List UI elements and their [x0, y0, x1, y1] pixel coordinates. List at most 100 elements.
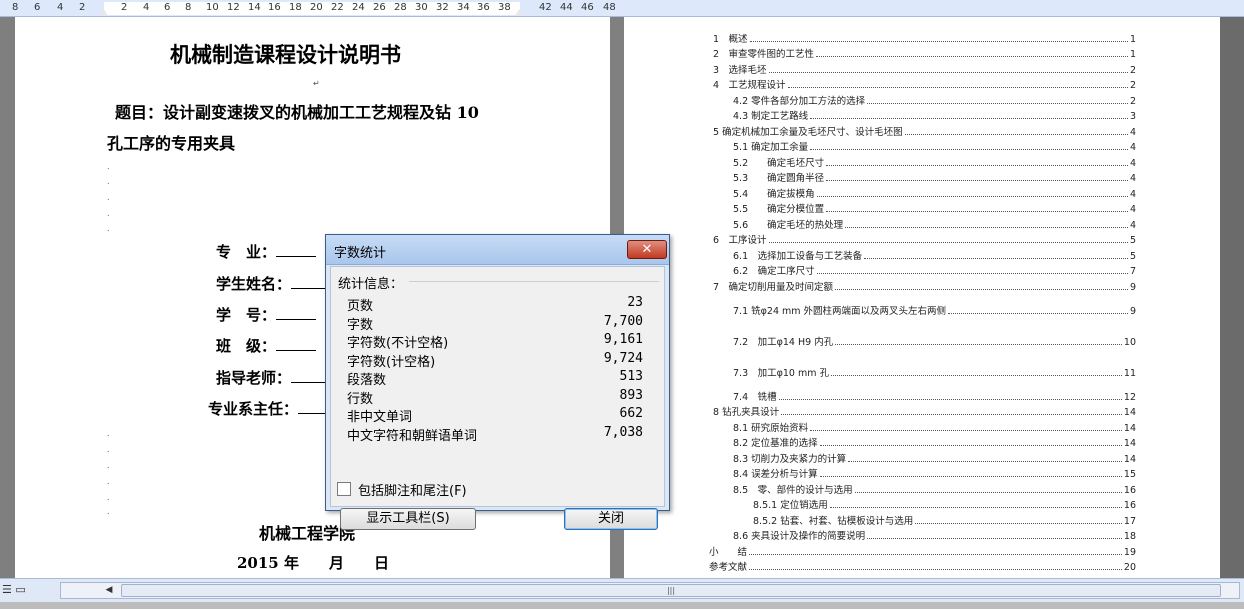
stat-label: 页数 [347, 299, 374, 314]
toc-leader-dots [948, 307, 1128, 314]
toc-entry[interactable]: 8.2 定位基准的选择 14 [733, 435, 1136, 449]
toc-leader-dots [915, 517, 1122, 524]
toc-entry-page: 4 [1129, 173, 1136, 184]
toc-entry[interactable]: 5.2 确定毛坯尺寸 4 [733, 155, 1136, 169]
field-class: 班 级： [216, 335, 317, 356]
field-student-name: 学生姓名： [216, 273, 332, 294]
view-mode-icons[interactable]: ☰ ▭ [2, 583, 26, 596]
toc-entry-page: 4 [1129, 220, 1136, 231]
toc-entry[interactable]: 8.5.2 钻套、衬套、钻模板设计与选用 17 [753, 513, 1136, 527]
toc-entry-page: 9 [1129, 282, 1136, 293]
toc-entry[interactable]: 8.3 切削力及夹紧力的计算 14 [733, 451, 1136, 465]
toc-leader-dots [904, 128, 1128, 135]
field-student-id: 学 号： [216, 304, 317, 325]
toc-entry[interactable]: 6.2 确定工序尺寸 7 [733, 263, 1136, 277]
close-icon[interactable]: ✕ [627, 240, 667, 259]
toc-entry[interactable]: 6.1 选择加工设备与工艺装备 5 [733, 248, 1136, 262]
toc-entry[interactable]: 5.3 确定圆角半径 4 [733, 170, 1136, 184]
toc-entry-page: 4 [1129, 127, 1136, 138]
scroll-left-arrow-icon[interactable]: ◀ [101, 583, 117, 598]
ruler-tick: 32 [436, 2, 449, 13]
toc-entry[interactable]: 5 确定机械加工余量及毛坯尺寸、设计毛坯图 4 [713, 124, 1136, 138]
stat-label: 段落数 [347, 373, 387, 388]
toc-leader-dots [835, 338, 1122, 345]
toc-entry[interactable]: 1 概述 1 [713, 31, 1136, 45]
toc-entry[interactable]: 4.3 制定工艺路线 3 [733, 108, 1136, 122]
field-department-head: 专业系主任： [208, 398, 339, 419]
toc-entry-text: 8.4 误差分析与计算 [733, 469, 818, 480]
toc-entry[interactable]: 8 钻孔夹具设计 14 [713, 404, 1136, 418]
toc-entry[interactable]: 7 确定切削用量及时间定额 9 [713, 279, 1136, 293]
scroll-thumb[interactable]: ||| [121, 584, 1221, 597]
toc-entry-page: 1 [1129, 49, 1136, 60]
toc-entry-text: 4.2 零件各部分加工方法的选择 [733, 96, 866, 107]
toc-leader-dots [854, 486, 1122, 493]
toc-entry-text: 5.6 确定毛坯的热处理 [733, 220, 844, 231]
toc-leader-dots [829, 501, 1122, 508]
toc-entry[interactable]: 5.5 确定分模位置 4 [733, 201, 1136, 215]
toc-entry-page: 2 [1129, 96, 1136, 107]
right-indent-marker[interactable] [515, 9, 523, 16]
horizontal-ruler[interactable]: 8 6 4 2 2 4 6 8 10 12 14 16 18 20 22 24 26 28 30 32 34 36 38 42… [0, 0, 1244, 17]
include-footnotes-label: 包括脚注和尾注(F) [358, 484, 467, 499]
toc-entry[interactable]: 8.5 零、部件的设计与选用 16 [733, 482, 1136, 496]
ruler-tick: 38 [498, 2, 511, 13]
toc-entry-page: 16 [1123, 485, 1136, 496]
toc-leader-dots [848, 455, 1122, 462]
toc-entry[interactable]: 7.1 铣φ24 mm 外圆柱两端面以及两叉头左右两侧 9 [733, 303, 1136, 317]
toc-entry[interactable]: 5.6 确定毛坯的热处理 4 [733, 217, 1136, 231]
stat-value: 893 [619, 387, 643, 403]
toc-entry-text: 7.3 加工φ10 mm 孔 [733, 368, 830, 379]
toc-leader-dots [845, 221, 1128, 228]
toc-entry[interactable]: 小 结 19 [709, 544, 1136, 558]
toc-entry[interactable]: 6 工序设计 5 [713, 232, 1136, 246]
dialog-titlebar[interactable]: 字数统计 ✕ [326, 235, 669, 265]
stat-label: 中文字符和朝鲜语单词 [347, 428, 478, 444]
toc-entry[interactable]: 参考文献 20 [709, 559, 1136, 573]
toc-entry-text: 8.6 夹具设计及操作的简要说明 [733, 531, 866, 542]
ruler-tick: 42 [539, 2, 552, 13]
toc-entry[interactable]: 2 审查零件图的工艺性 1 [713, 46, 1136, 60]
paragraph-mark: ↵ [313, 79, 320, 88]
toc-entry-text: 5.1 确定加工余量 [733, 142, 809, 153]
toc-entry[interactable]: 3 选择毛坯 2 [713, 62, 1136, 76]
toc-entry-text: 8.5.1 定位销选用 [753, 500, 828, 511]
toc-entry[interactable]: 4 工艺规程设计 2 [713, 77, 1136, 91]
include-footnotes-checkbox[interactable] [337, 482, 351, 496]
toc-entry[interactable]: 8.4 误差分析与计算 15 [733, 466, 1136, 480]
toc-entry[interactable]: 8.5.1 定位销选用 16 [753, 497, 1136, 511]
status-scroll-bar: ☰ ▭ ◀ ||| [0, 578, 1244, 602]
toc-entry-page: 4 [1129, 189, 1136, 200]
toc-entry[interactable]: 7.3 加工φ10 mm 孔 11 [733, 365, 1136, 379]
dialog-body: 统计信息： 页数 23 字数 7,700 字符数(不计空格) 9,161 字符数(计空格) 9… [330, 266, 665, 530]
horizontal-scrollbar[interactable]: ◀ ||| [60, 582, 1240, 599]
toc-entry-text: 6.2 确定工序尺寸 [733, 266, 815, 277]
toc-entry-page: 9 [1129, 306, 1136, 317]
toc-entry[interactable]: 8.6 夹具设计及操作的简要说明 18 [733, 528, 1136, 542]
ruler-tick: 18 [289, 2, 302, 13]
toc-entry-page: 4 [1129, 204, 1136, 215]
toc-leader-dots [826, 205, 1128, 212]
left-indent-marker[interactable] [100, 9, 108, 16]
toc-entry[interactable]: 8.1 研究原始资料 14 [733, 420, 1136, 434]
show-toolbar-button[interactable]: 显示工具栏(S) [340, 508, 476, 530]
toc-leader-dots [826, 159, 1128, 166]
toc-entry[interactable]: 7.4 铣槽 12 [733, 389, 1136, 403]
document-date: 2015 年 月 日 [237, 554, 389, 572]
stat-value: 23 [627, 295, 643, 310]
toc-entry-page: 7 [1129, 266, 1136, 277]
ruler-tick: 48 [603, 2, 616, 13]
ruler-tick: 10 [206, 2, 219, 13]
toc-entry-text: 8.1 研究原始资料 [733, 423, 809, 434]
toc-leader-dots [810, 143, 1128, 150]
toc-entry[interactable]: 5.4 确定拔模角 4 [733, 186, 1136, 200]
toc-entry[interactable]: 4.2 零件各部分加工方法的选择 2 [733, 93, 1136, 107]
toc-entry[interactable]: 5.1 确定加工余量 4 [733, 139, 1136, 153]
close-button[interactable]: 关闭 [564, 508, 658, 530]
toc-entry-page: 14 [1123, 438, 1136, 449]
toc-entry-page: 5 [1129, 251, 1136, 262]
toc-entry-text: 7.2 加工φ14 H9 内孔 [733, 337, 834, 348]
ruler-tick: 16 [268, 2, 281, 13]
toc-entry[interactable]: 7.2 加工φ14 H9 内孔 10 [733, 334, 1136, 348]
ruler-tick: 20 [310, 2, 323, 13]
